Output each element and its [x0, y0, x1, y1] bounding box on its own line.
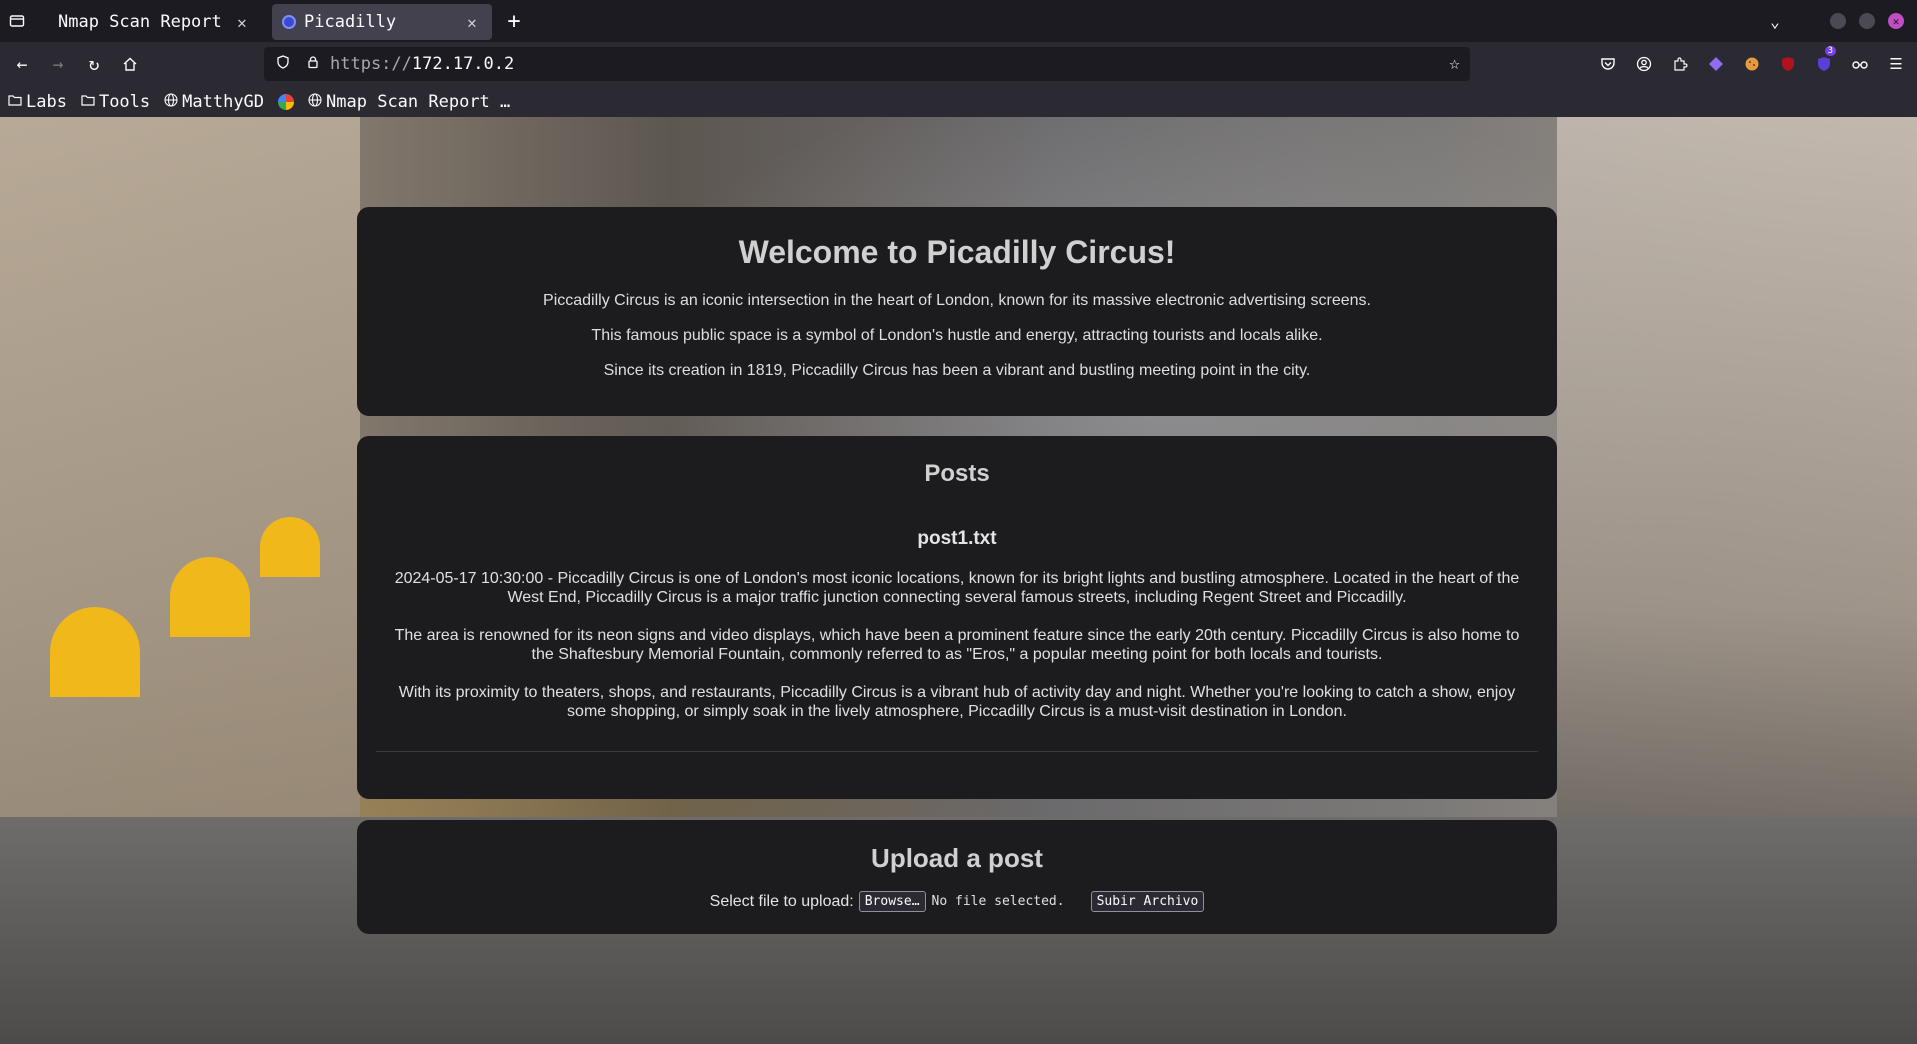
lock-icon[interactable]	[302, 55, 324, 73]
upload-heading: Upload a post	[871, 843, 1043, 873]
bookmark-label: MatthyGD	[182, 91, 265, 112]
upload-section: Upload a post Select file to upload: Bro…	[357, 820, 1557, 934]
ublock-origin-icon[interactable]	[1770, 46, 1806, 82]
bookmark-label: Nmap Scan Report …	[326, 91, 511, 112]
file-status-text: No file selected.	[931, 894, 1065, 909]
bookmark-google[interactable]	[278, 93, 295, 110]
bookmark-folder-labs[interactable]: Labs	[8, 92, 67, 112]
list-all-tabs-chevron-down-icon[interactable]: ⌄	[1760, 12, 1790, 31]
tab-nmap-scan-report[interactable]: Nmap Scan Report - ✕	[40, 4, 262, 40]
post-paragraph: With its proximity to theaters, shops, a…	[398, 684, 1516, 720]
background-photo-building-right	[1557, 117, 1917, 817]
window-minimize-button[interactable]	[1830, 13, 1846, 29]
tab-list-icon[interactable]	[0, 0, 34, 42]
bookmark-folder-tools[interactable]: Tools	[81, 92, 150, 112]
welcome-section: Welcome to Picadilly Circus! Piccadilly …	[357, 207, 1557, 416]
reload-icon[interactable]: ↻	[76, 46, 112, 82]
browse-file-button[interactable]: Browse…	[858, 891, 926, 912]
url-scheme: https://	[330, 54, 412, 74]
posts-heading: Posts	[924, 460, 990, 487]
post-paragraph: 2024-05-17 10:30:00 - Piccadilly Circus …	[394, 570, 1520, 606]
post-filename: post1.txt	[917, 528, 997, 549]
tab-title: Picadilly	[304, 12, 397, 32]
post-paragraph: The area is renowned for its neon signs …	[394, 627, 1520, 663]
site-favicon-icon	[282, 15, 296, 29]
page-title: Welcome to Picadilly Circus!	[738, 234, 1176, 270]
post-body: 2024-05-17 10:30:00 - Piccadilly Circus …	[357, 569, 1557, 721]
bookmark-matthygd[interactable]: MatthyGD	[164, 92, 264, 112]
shield-icon[interactable]	[272, 55, 294, 73]
bookmark-nmap-scan-report[interactable]: Nmap Scan Report …	[308, 92, 510, 112]
back-arrow-icon[interactable]: ←	[4, 46, 40, 82]
google-icon	[278, 93, 295, 110]
extension-badge: 3	[1824, 46, 1836, 56]
pocket-icon[interactable]	[1590, 46, 1626, 82]
folder-icon	[81, 94, 95, 110]
url-host: 172.17.0.2	[411, 54, 515, 74]
home-icon[interactable]	[112, 46, 148, 82]
new-tab-plus-icon[interactable]: +	[496, 3, 532, 39]
upload-form: Select file to upload: Browse… No file s…	[357, 891, 1557, 912]
welcome-paragraph: This famous public space is a symbol of …	[591, 327, 1323, 344]
background-photo-awning	[50, 607, 140, 697]
window-maximize-button[interactable]	[1859, 13, 1875, 29]
welcome-paragraph: Since its creation in 1819, Piccadilly C…	[603, 362, 1311, 379]
extension-cookie-icon[interactable]	[1734, 46, 1770, 82]
posts-section: Posts post1.txt 2024-05-17 10:30:00 - Pi…	[357, 436, 1557, 799]
tab-close-icon[interactable]: ✕	[462, 13, 482, 32]
url-text[interactable]: https://172.17.0.2	[330, 54, 514, 74]
background-photo-awning	[260, 517, 320, 577]
tab-title: Nmap Scan Report -	[58, 12, 232, 32]
folder-icon	[8, 94, 22, 110]
account-icon[interactable]	[1626, 46, 1662, 82]
globe-icon	[164, 92, 178, 111]
bookmark-label: Tools	[98, 91, 151, 112]
extensions-puzzle-icon[interactable]	[1662, 46, 1698, 82]
menu-hamburger-icon[interactable]: ☰	[1878, 46, 1914, 82]
extension-glasses-icon[interactable]	[1842, 46, 1878, 82]
welcome-paragraph: Piccadilly Circus is an iconic intersect…	[543, 292, 1371, 309]
bookmarks-toolbar: Labs Tools MatthyGD Nmap Scan Report …	[0, 86, 1917, 117]
forward-arrow-icon[interactable]: →	[40, 46, 76, 82]
bookmark-label: Labs	[26, 91, 67, 112]
tab-picadilly[interactable]: Picadilly ✕	[272, 4, 492, 40]
navigation-toolbar: ← → ↻ https://172.17.0.2 ☆ 3 ☰	[0, 42, 1917, 86]
background-photo-awning	[170, 557, 250, 637]
post-divider	[376, 751, 1538, 752]
bookmark-star-icon[interactable]: ☆	[1449, 53, 1460, 74]
window-close-button[interactable]: ✕	[1888, 13, 1904, 29]
globe-icon	[308, 92, 322, 111]
extension-shield-icon[interactable]: 3	[1806, 46, 1842, 82]
extension-purple-diamond-icon[interactable]	[1698, 46, 1734, 82]
tab-bar: Nmap Scan Report - ✕ Picadilly ✕ + ⌄ ✕	[0, 0, 1917, 42]
tab-close-icon[interactable]: ✕	[232, 13, 252, 32]
post-item: post1.txt 2024-05-17 10:30:00 - Piccadil…	[357, 528, 1557, 752]
submit-upload-button[interactable]: Subir Archivo	[1090, 891, 1205, 912]
address-bar[interactable]: https://172.17.0.2 ☆	[264, 47, 1470, 81]
select-file-label: Select file to upload:	[709, 892, 854, 910]
